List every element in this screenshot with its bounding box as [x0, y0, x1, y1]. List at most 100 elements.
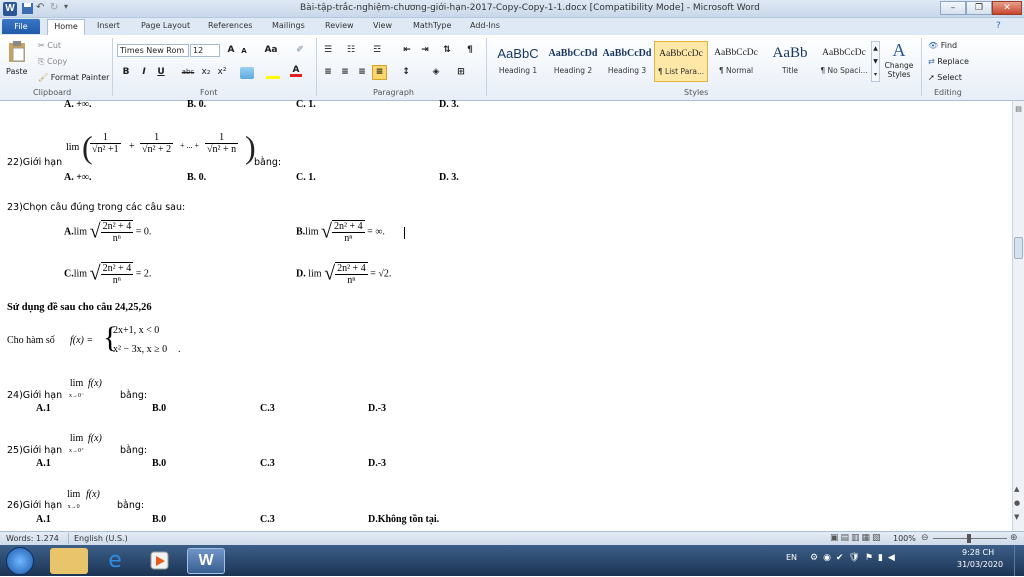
language-indicator[interactable]: English (U.S.) [74, 534, 128, 543]
sqrt-numerator: 2n² + 4 [335, 263, 368, 275]
replace-button[interactable]: ⇄ Replace [928, 57, 969, 66]
q26-option-a: A.1 [36, 514, 51, 525]
close-button[interactable]: ✕ [992, 1, 1022, 15]
highlight-icon[interactable] [266, 67, 280, 79]
numbering-icon[interactable]: ☷ [344, 44, 358, 57]
tab-view[interactable]: View [373, 21, 392, 30]
help-icon[interactable]: ? [996, 21, 1001, 31]
clock-time[interactable]: 9:28 CH [962, 548, 994, 557]
option-tail: = 0. [135, 226, 152, 238]
zoom-out-icon[interactable]: ⊖ [921, 533, 929, 543]
show-desktop-button[interactable] [1014, 545, 1024, 576]
decrease-indent-icon[interactable]: ⇤ [400, 44, 414, 57]
tab-insert[interactable]: Insert [97, 21, 120, 30]
style-title[interactable]: AaBb Title [763, 41, 817, 82]
style-normal[interactable]: AaBbCcDc ¶ Normal [709, 41, 763, 82]
font-name-combo[interactable]: Times New Rom [117, 44, 189, 57]
word-count[interactable]: Words: 1.274 [6, 534, 59, 543]
tab-mailings[interactable]: Mailings [272, 21, 305, 30]
style-heading-3[interactable]: AaBbCcDd Heading 3 [600, 41, 654, 82]
subscript-button[interactable]: x₂ [199, 66, 213, 79]
font-size-combo[interactable]: 12 [190, 44, 220, 57]
customize-toolbar-icon[interactable]: ▾ [64, 2, 77, 15]
change-case-button[interactable]: Aa [262, 44, 280, 57]
tab-mathtype[interactable]: MathType [413, 21, 451, 30]
clear-format-icon[interactable]: ✐ [294, 44, 306, 57]
tab-page-layout[interactable]: Page Layout [141, 21, 190, 30]
internet-explorer-icon[interactable]: e [96, 548, 134, 574]
increase-indent-icon[interactable]: ⇥ [418, 44, 432, 57]
copy-button[interactable]: ⎘ Copy [38, 57, 67, 67]
zoom-level[interactable]: 100% [893, 534, 916, 543]
view-buttons-icon[interactable]: ▣▤▥▦▧ [830, 533, 883, 543]
change-styles-button[interactable]: A Change Styles [884, 40, 914, 79]
italic-button[interactable]: I [138, 66, 150, 79]
bullets-icon[interactable]: ☰ [321, 44, 335, 57]
tab-file[interactable]: File [2, 19, 40, 34]
tab-review[interactable]: Review [325, 21, 354, 30]
styles-scroll-icon[interactable]: ▲ ▼ ▾ [871, 41, 880, 82]
ruler-toggle-icon[interactable]: ▤ [1014, 105, 1023, 117]
paste-icon[interactable] [6, 40, 28, 64]
sqrt-sign: √ [324, 262, 336, 285]
maximize-button[interactable]: ❐ [966, 1, 992, 15]
cut-button[interactable]: ✂ Cut [38, 41, 61, 50]
tray-icons[interactable]: ⚙◉✔🛡⚑▮◀ [810, 553, 900, 563]
font-color-icon[interactable]: A [290, 64, 302, 77]
word-logo[interactable]: W [3, 2, 17, 16]
cursor-icon: ➚ [928, 73, 938, 82]
style-label: ¶ Normal [718, 66, 754, 75]
justify-icon[interactable]: ≡ [372, 65, 387, 80]
align-right-icon[interactable]: ≡ [355, 66, 369, 79]
scroll-thumb[interactable] [1014, 237, 1023, 259]
option-a: A. +∞. [64, 99, 92, 109]
input-language[interactable]: EN [786, 553, 797, 562]
borders-icon[interactable]: ⊞ [453, 66, 469, 79]
file-explorer-icon[interactable] [50, 548, 88, 574]
scroll-down-icon[interactable]: ▼ [1014, 513, 1019, 521]
browse-object-icon[interactable]: ● [1014, 499, 1020, 507]
multilevel-list-icon[interactable]: ☲ [370, 44, 384, 57]
find-button[interactable]: 👁 Find [928, 41, 957, 50]
clock-date[interactable]: 31/03/2020 [957, 560, 1003, 569]
paste-button[interactable]: Paste [6, 67, 28, 76]
align-center-icon[interactable]: ≡ [338, 66, 352, 79]
change-styles-icon: A [892, 40, 906, 60]
q26-function: f(x) [86, 489, 100, 500]
minimize-button[interactable]: – [940, 1, 966, 15]
save-icon[interactable] [21, 2, 34, 15]
align-left-icon[interactable]: ≡ [321, 66, 335, 79]
word-taskbar-icon[interactable]: W [187, 548, 225, 574]
grow-font-button[interactable]: A [225, 44, 237, 57]
scroll-up-icon[interactable]: ▲ [1014, 485, 1019, 493]
text-effects-icon[interactable] [240, 67, 254, 79]
select-label: Select [937, 73, 962, 82]
lim-label: lim [69, 378, 84, 389]
style-list-paragraph[interactable]: AaBbCcDc ¶ List Para... [654, 41, 708, 82]
sort-icon[interactable]: ⇅ [440, 44, 454, 57]
shading-icon[interactable]: ◈ [428, 66, 444, 79]
start-button[interactable] [6, 547, 34, 575]
plus-sign: + [129, 141, 135, 152]
redo-icon[interactable]: ↻ [50, 2, 63, 15]
zoom-in-icon[interactable]: ⊕ [1010, 533, 1018, 543]
media-player-icon[interactable] [140, 548, 178, 574]
line-spacing-icon[interactable]: ↕ [398, 66, 414, 79]
underline-button[interactable]: U [155, 66, 167, 79]
zoom-slider-thumb[interactable] [967, 534, 971, 543]
show-formatting-button[interactable]: ¶ [463, 44, 477, 57]
tab-add-ins[interactable]: Add-Ins [470, 21, 500, 30]
select-button[interactable]: ➚ Select [928, 73, 962, 82]
bold-button[interactable]: B [120, 66, 132, 79]
style-heading-1[interactable]: AaBbC Heading 1 [491, 41, 545, 82]
vertical-scrollbar[interactable]: ▤ ▲ ● ▼ [1012, 101, 1024, 531]
style-heading-2[interactable]: AaBbCcDd Heading 2 [546, 41, 600, 82]
tab-references[interactable]: References [208, 21, 252, 30]
strikethrough-button[interactable]: abc [180, 66, 196, 79]
style-no-spacing[interactable]: AaBbCcDc ¶ No Spaci... [817, 41, 871, 82]
undo-icon[interactable]: ↶ [36, 2, 49, 15]
shrink-font-button[interactable]: A [238, 45, 250, 58]
format-painter-button[interactable]: 🖌 Format Painter [38, 73, 109, 82]
superscript-button[interactable]: x² [215, 66, 229, 79]
tab-home[interactable]: Home [47, 19, 85, 36]
